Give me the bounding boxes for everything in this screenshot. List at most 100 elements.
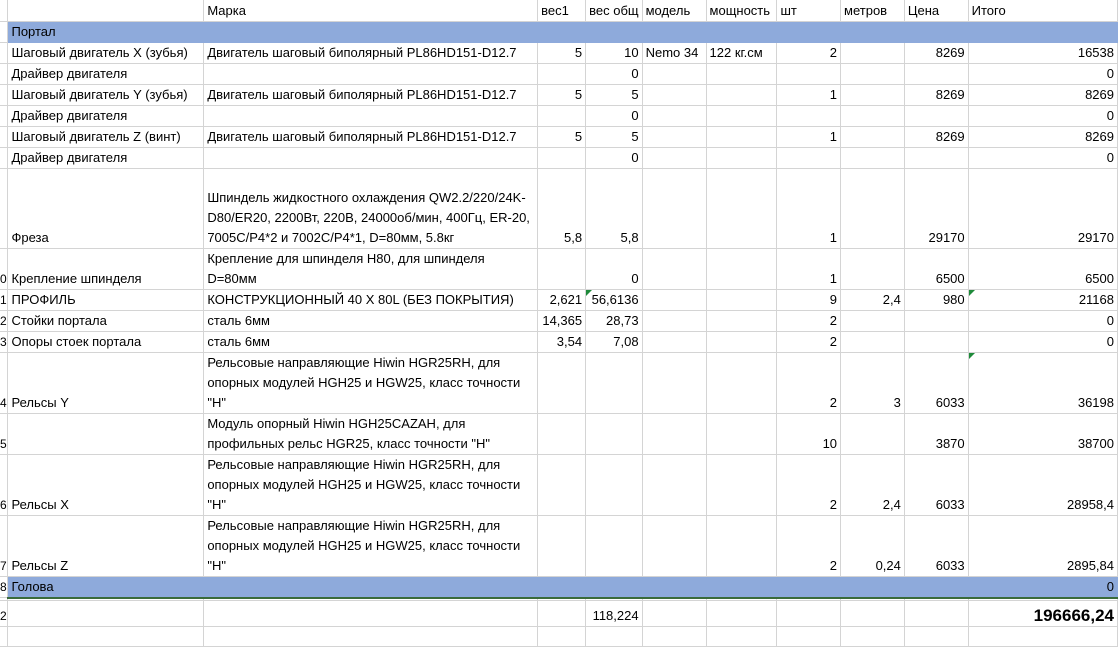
cell-model[interactable] <box>642 63 707 85</box>
cell-model[interactable] <box>642 331 707 353</box>
cell-ves-obsh[interactable]: 0 <box>585 147 643 169</box>
cell-itogo[interactable]: 29170 <box>968 168 1118 249</box>
cell-model[interactable] <box>642 84 707 106</box>
cell-cena[interactable]: 29170 <box>904 168 969 249</box>
cell-metrov[interactable] <box>840 126 905 148</box>
cell-sht[interactable] <box>776 63 842 85</box>
cell[interactable] <box>776 600 842 627</box>
cell-itogo[interactable]: 0 <box>968 310 1118 332</box>
header-model[interactable]: модель <box>642 0 707 22</box>
cell[interactable] <box>840 21 905 43</box>
cell-ves-obsh[interactable]: 10 <box>585 42 643 64</box>
cell-metrov[interactable]: 0,24 <box>840 515 905 577</box>
cell-itogo[interactable]: 28958,4 <box>968 454 1118 516</box>
cell-cena[interactable]: 6033 <box>904 352 969 414</box>
cell[interactable] <box>776 626 842 647</box>
row-number[interactable] <box>0 42 9 64</box>
header-itogo[interactable]: Итого <box>968 0 1118 22</box>
cell-name[interactable]: Шаговый двигатель X (зубья) <box>7 42 205 64</box>
cell-ves1[interactable] <box>537 515 587 577</box>
row-number[interactable] <box>0 63 9 85</box>
cell-cena[interactable] <box>904 331 969 353</box>
cell-cena[interactable] <box>904 147 969 169</box>
cell-name[interactable] <box>7 413 205 455</box>
cell-marka[interactable]: Двигатель шаговый биполярный PL86HD151-D… <box>203 126 539 148</box>
cell-ves1[interactable]: 5 <box>537 84 587 106</box>
cell-ves1[interactable] <box>537 147 587 169</box>
cell[interactable] <box>7 0 205 22</box>
cell-itogo[interactable]: 8269 <box>968 84 1118 106</box>
cell-itogo[interactable]: 16538 <box>968 42 1118 64</box>
cell[interactable] <box>537 576 587 599</box>
row-number[interactable]: 7 <box>0 515 9 577</box>
row-number[interactable]: 4 <box>0 352 9 414</box>
cell-marka[interactable]: Рельсовые направляющие Hiwin HGR25RH, дл… <box>203 352 539 414</box>
cell-ves-obsh[interactable]: 5 <box>585 126 643 148</box>
row-number[interactable] <box>0 105 9 127</box>
cell-sht[interactable]: 1 <box>776 248 842 290</box>
row-number[interactable] <box>0 84 9 106</box>
cell-ves1[interactable] <box>537 454 587 516</box>
cell-itogo[interactable]: 2895,84 <box>968 515 1118 577</box>
cell-model[interactable] <box>642 168 707 249</box>
cell-model[interactable] <box>642 105 707 127</box>
cell-moshnost[interactable] <box>706 331 778 353</box>
header-ves1[interactable]: вес1 <box>537 0 587 22</box>
cell-sht[interactable]: 2 <box>776 515 842 577</box>
cell-ves-obsh[interactable]: 5,8 <box>585 168 643 249</box>
cell-sht[interactable]: 2 <box>776 310 842 332</box>
row-number[interactable] <box>0 126 9 148</box>
cell[interactable] <box>968 626 1118 647</box>
cell-metrov[interactable] <box>840 248 905 290</box>
cell-ves1[interactable]: 14,365 <box>537 310 587 332</box>
cell-sht[interactable]: 2 <box>776 352 842 414</box>
cell[interactable] <box>7 600 205 627</box>
cell-cena[interactable]: 6033 <box>904 515 969 577</box>
cell-sht[interactable] <box>776 105 842 127</box>
cell-cena[interactable]: 980 <box>904 289 969 311</box>
cell-itogo[interactable]: 21168 <box>968 289 1118 311</box>
cell-itogo[interactable]: 38700 <box>968 413 1118 455</box>
cell-metrov[interactable] <box>840 168 905 249</box>
comment-marker-icon[interactable] <box>586 289 593 296</box>
cell-marka[interactable]: Шпиндель жидкостного охлаждения QW2.2/22… <box>203 168 539 249</box>
comment-marker-icon[interactable] <box>968 289 975 296</box>
cell-itogo[interactable]: 0 <box>968 63 1118 85</box>
cell-ves1[interactable] <box>537 248 587 290</box>
cell-model[interactable] <box>642 413 707 455</box>
cell-ves-obsh[interactable]: 7,08 <box>585 331 643 353</box>
cell-name[interactable]: Опоры стоек портала <box>7 331 205 353</box>
cell-ves1[interactable] <box>537 413 587 455</box>
header-marka[interactable]: Марка <box>203 0 539 22</box>
cell-model[interactable] <box>642 310 707 332</box>
cell[interactable] <box>642 576 707 599</box>
cell-name[interactable]: Шаговый двигатель Y (зубья) <box>7 84 205 106</box>
cell-name[interactable]: Крепление шпинделя <box>7 248 205 290</box>
cell-name[interactable]: Драйвер двигателя <box>7 63 205 85</box>
cell-cena[interactable]: 6500 <box>904 248 969 290</box>
cell[interactable] <box>776 21 842 43</box>
cell-name[interactable]: Стойки портала <box>7 310 205 332</box>
cell-moshnost[interactable] <box>706 126 778 148</box>
row-number[interactable]: 8 <box>0 576 9 598</box>
cell-name[interactable]: Рельсы X <box>7 454 205 516</box>
cell[interactable] <box>642 626 707 647</box>
cell[interactable] <box>585 626 643 647</box>
cell[interactable] <box>904 576 969 599</box>
cell-marka[interactable] <box>203 63 539 85</box>
cell-ves-obsh[interactable]: 56,6136 <box>585 289 643 311</box>
cell-moshnost[interactable] <box>706 289 778 311</box>
cell-name[interactable]: Рельсы Z <box>7 515 205 577</box>
row-number[interactable]: 0 <box>0 248 9 290</box>
cell-moshnost[interactable] <box>706 105 778 127</box>
cell-ves1[interactable] <box>537 63 587 85</box>
cell-cena[interactable] <box>904 310 969 332</box>
cell-itogo[interactable]: 0 <box>968 331 1118 353</box>
cell[interactable] <box>840 626 905 647</box>
cell-metrov[interactable] <box>840 42 905 64</box>
cell[interactable] <box>968 21 1118 43</box>
cell[interactable] <box>585 576 643 599</box>
cell-marka[interactable]: КОНСТРУКЦИОННЫЙ 40 Х 80L (БЕЗ ПОКРЫТИЯ) <box>203 289 539 311</box>
cell-marka[interactable]: Модуль опорный Hiwin HGH25CAZAH, для про… <box>203 413 539 455</box>
cell[interactable] <box>706 576 778 599</box>
